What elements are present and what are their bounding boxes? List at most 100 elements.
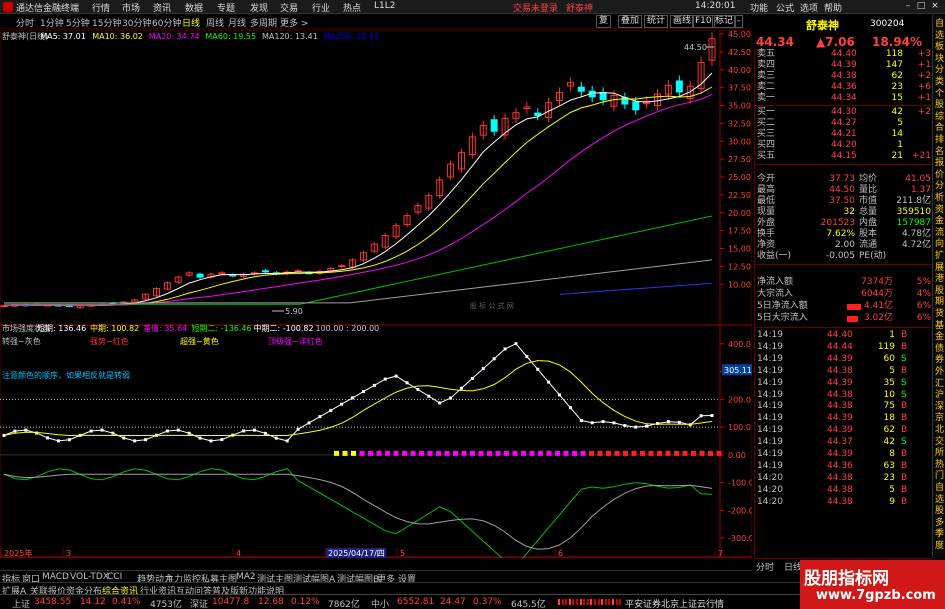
sidebar-char[interactable]: 港: [933, 274, 945, 285]
sidebar-char[interactable]: 北: [933, 425, 945, 436]
menu-item-1[interactable]: 市场: [122, 1, 140, 14]
ma20-line: [3, 93, 713, 307]
menu-item-4[interactable]: 专题: [217, 1, 235, 14]
sidebar-char[interactable]: 合: [933, 123, 945, 134]
sidebar-char[interactable]: 券: [933, 355, 945, 366]
sidebar-char[interactable]: 汇: [933, 379, 945, 390]
sidebar-char[interactable]: 报: [933, 158, 945, 169]
period-tab-10[interactable]: 更多 >: [280, 16, 308, 29]
sidebar-char[interactable]: 股: [933, 286, 945, 297]
promo-link-1[interactable]: 舒泰神: [566, 1, 593, 14]
period-tab-7[interactable]: 周线: [206, 16, 224, 29]
period-tab-8[interactable]: 月线: [228, 16, 246, 29]
indicator-tab-8[interactable]: MA2: [236, 572, 256, 582]
sidebar-char[interactable]: 流: [933, 228, 945, 239]
sidebar-char[interactable]: 深: [933, 402, 945, 413]
sidebar-char[interactable]: 综: [933, 112, 945, 123]
tool-button-2[interactable]: 统计: [644, 15, 669, 28]
period-tab-2[interactable]: 5分钟: [66, 16, 90, 29]
ind-dot: [383, 377, 387, 381]
chart-area[interactable]: 45.00 42.50 40.00 37.50 35.00 32.50 30.00 27.50…: [0, 30, 752, 558]
right-menu-item-1[interactable]: 公式: [776, 1, 794, 14]
quote-tab-0[interactable]: 分时: [756, 560, 774, 573]
state-square: [597, 450, 603, 456]
promo-link-0[interactable]: 交易未登录: [513, 1, 558, 14]
sidebar-char[interactable]: 自: [933, 483, 945, 494]
period-tab-6[interactable]: 日线: [182, 16, 200, 29]
period-tab-1[interactable]: 1分钟: [40, 16, 64, 29]
close-icon[interactable]: ×: [930, 1, 940, 12]
ind-dot: [89, 429, 93, 433]
menu-item-7[interactable]: 行业: [312, 1, 330, 14]
sidebar-char[interactable]: 选: [933, 495, 945, 506]
title-bar: 通达信金融终端 行情 市场 资讯 数据 专题 发现 交易 行业 热点 L1L2 交易未登录 舒泰神 …: [0, 0, 945, 14]
ind-dot: [24, 428, 28, 432]
sidebar-char[interactable]: 自: [933, 19, 945, 30]
indicator-tab-4[interactable]: CCI: [107, 572, 122, 582]
ask-row: 卖三 44.38 62 +2: [755, 71, 933, 82]
sidebar-char[interactable]: 板: [933, 42, 945, 53]
sidebar-char[interactable]: 析: [933, 193, 945, 204]
sidebar-char[interactable]: 扩: [933, 251, 945, 262]
sidebar-char[interactable]: 金: [933, 332, 945, 343]
sidebar-char[interactable]: 所: [933, 448, 945, 459]
sidebar-char[interactable]: 交: [933, 437, 945, 448]
sidebar-char[interactable]: 个: [933, 89, 945, 100]
ask-delta: +2: [917, 71, 931, 81]
sidebar-char[interactable]: 分: [933, 181, 945, 192]
sidebar-char[interactable]: 多: [933, 518, 945, 529]
kline-chart[interactable]: 45.0042.5040.0037.5035.0032.5030.0027.50…: [0, 30, 752, 558]
sidebar-char[interactable]: 类: [933, 77, 945, 88]
tool-button-6[interactable]: -: [734, 15, 744, 28]
sidebar-char[interactable]: 期: [933, 297, 945, 308]
menu-item-5[interactable]: 发现: [250, 1, 268, 14]
right-menu-item-3[interactable]: 帮助: [824, 1, 842, 14]
menu-item-6[interactable]: 交易: [280, 1, 298, 14]
right-menu-item-0[interactable]: 功能: [750, 1, 768, 14]
period-tab-3[interactable]: 15分钟: [92, 16, 121, 29]
indicator-tab-3[interactable]: VOL-TDX: [70, 572, 109, 582]
sidebar-char[interactable]: 名: [933, 147, 945, 158]
indicator-tab-2[interactable]: MACD: [42, 572, 69, 582]
sidebar-char[interactable]: 基: [933, 321, 945, 332]
sidebar-char[interactable]: 向: [933, 239, 945, 250]
minimize-icon[interactable]: –: [903, 1, 913, 12]
period-tab-0[interactable]: 分时: [16, 16, 34, 29]
current-price: 44.34: [756, 35, 794, 49]
sidebar-char[interactable]: 选: [933, 31, 945, 42]
sidebar-char[interactable]: 价: [933, 170, 945, 181]
menu-item-3[interactable]: 数据: [185, 1, 203, 14]
period-tab-9[interactable]: 多周期: [250, 16, 277, 29]
sidebar-char[interactable]: 块: [933, 54, 945, 65]
right-menu-item-2[interactable]: 选项: [800, 1, 818, 14]
sidebar-char[interactable]: 沪: [933, 390, 945, 401]
sidebar-char[interactable]: 股: [933, 506, 945, 517]
tool-button-5[interactable]: 标记: [712, 15, 737, 28]
state-square: [589, 450, 594, 456]
sidebar-char[interactable]: 分: [933, 65, 945, 76]
sidebar-char[interactable]: 货: [933, 309, 945, 320]
sidebar-char[interactable]: 京: [933, 413, 945, 424]
menu-item-8[interactable]: 热点: [343, 1, 361, 14]
tool-button-1[interactable]: 叠加: [618, 15, 643, 28]
bid-volume: 14: [891, 129, 903, 139]
sidebar-char[interactable]: 债: [933, 344, 945, 355]
menu-item-2[interactable]: 资讯: [153, 1, 171, 14]
menu-item-9[interactable]: L1L2: [374, 1, 395, 11]
sidebar-char[interactable]: 门: [933, 471, 945, 482]
sidebar-char[interactable]: 排: [933, 135, 945, 146]
period-tab-5[interactable]: 60分钟: [152, 16, 181, 29]
sidebar-char[interactable]: 度: [933, 541, 945, 552]
sidebar-char[interactable]: 外: [933, 367, 945, 378]
period-tab-4[interactable]: 30分钟: [122, 16, 151, 29]
maximize-icon[interactable]: □: [916, 1, 926, 12]
sidebar-char[interactable]: 热: [933, 460, 945, 471]
sidebar-char[interactable]: 金: [933, 216, 945, 227]
sidebar-char[interactable]: 展: [933, 263, 945, 274]
tool-button-0[interactable]: 复: [596, 15, 612, 28]
menu-item-0[interactable]: 行情: [92, 1, 110, 14]
sidebar-char[interactable]: 股: [933, 100, 945, 111]
sidebar-char[interactable]: 资: [933, 205, 945, 216]
tool-button-3[interactable]: 画线: [670, 15, 695, 28]
sidebar-char[interactable]: 季: [933, 529, 945, 540]
